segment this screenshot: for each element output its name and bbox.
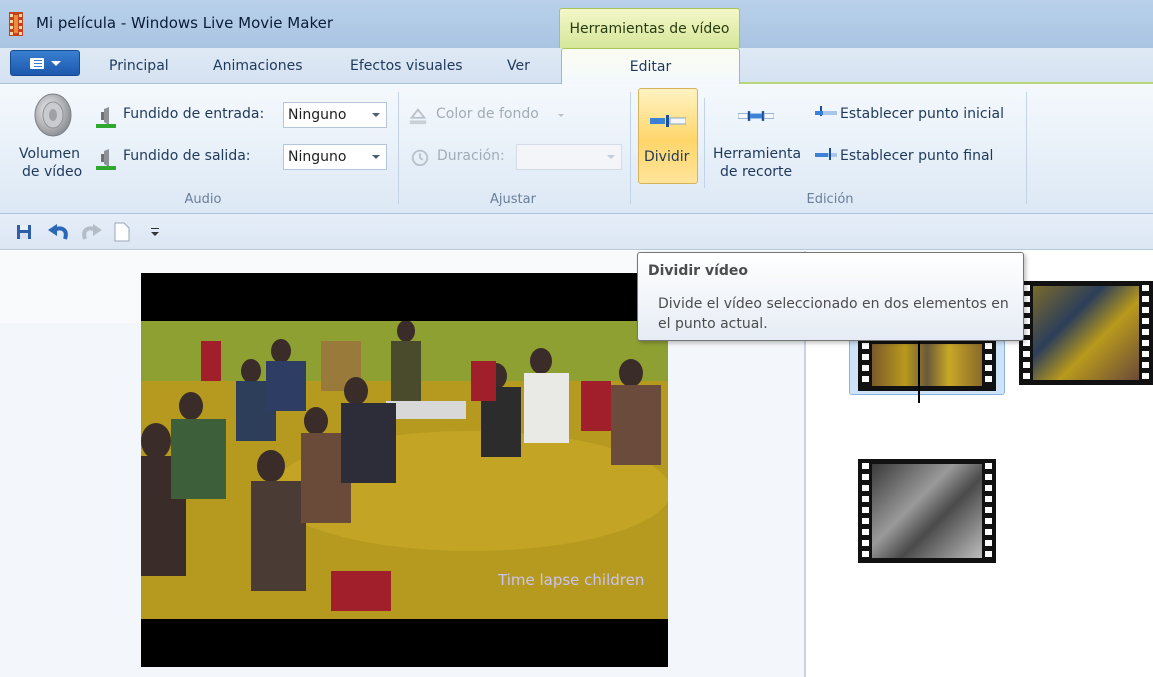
set-start-point-button[interactable]: Establecer punto inicial — [840, 106, 1004, 122]
tab-efectos-visuales[interactable]: Efectos visuales — [350, 58, 463, 74]
quick-access-toolbar — [0, 214, 1153, 250]
chevron-down-icon — [51, 61, 61, 66]
fade-out-icon — [96, 149, 116, 170]
fade-in-icon — [96, 107, 116, 128]
clip-thumbnail — [872, 464, 982, 558]
window-title: Mi película - Windows Live Movie Maker — [36, 14, 333, 32]
group-separator — [630, 92, 631, 204]
tooltip-split-video: Dividir vídeo Divide el vídeo selecciona… — [637, 252, 1024, 341]
fade-out-value: Ninguno — [288, 149, 347, 165]
background-color-icon — [409, 108, 427, 125]
tab-ver[interactable]: Ver — [507, 58, 530, 74]
fade-in-label: Fundido de entrada: — [123, 106, 265, 122]
movie-maker-app-icon[interactable] — [9, 12, 23, 36]
tooltip-title: Dividir vídeo — [648, 263, 749, 279]
split-icon — [650, 115, 686, 127]
ribbon-tab-row: Principal Animaciones Efectos visuales V… — [0, 48, 1153, 85]
speaker-icon[interactable] — [28, 92, 74, 138]
background-color-button[interactable]: Color de fondo — [436, 106, 539, 122]
set-end-point-button[interactable]: Establecer punto final — [840, 148, 993, 164]
redo-icon[interactable] — [80, 222, 102, 242]
duration-input[interactable] — [516, 144, 622, 170]
fade-in-select[interactable]: Ninguno — [283, 102, 387, 128]
storyboard-clip-1[interactable] — [858, 339, 996, 391]
fade-in-value: Ninguno — [288, 107, 347, 123]
chevron-down-icon — [607, 155, 615, 159]
clip-thumbnail — [1033, 286, 1139, 380]
group-label-audio: Audio — [184, 192, 222, 207]
tab-animaciones[interactable]: Animaciones — [213, 58, 303, 74]
save-icon[interactable] — [16, 224, 32, 240]
tooltip-body: Divide el vídeo seleccionado en dos elem… — [658, 296, 1009, 332]
contextual-tab-group-video-tools: Herramientas de vídeo — [559, 8, 740, 48]
new-project-icon[interactable] — [114, 222, 130, 242]
fade-out-select[interactable]: Ninguno — [283, 144, 387, 170]
customize-toolbar-icon[interactable] — [151, 228, 159, 229]
duration-label: Duración: — [437, 148, 505, 164]
storyboard-clip-2[interactable] — [1019, 281, 1153, 385]
application-menu-button[interactable] — [10, 50, 80, 76]
group-separator — [1026, 92, 1027, 204]
group-label-ajustar: Ajustar — [490, 192, 536, 207]
trim-tool-label-1[interactable]: Herramienta — [713, 146, 801, 162]
volume-button-label-2[interactable]: de vídeo — [22, 164, 82, 180]
title-bar: Mi película - Windows Live Movie Maker H… — [0, 0, 1153, 48]
video-caption-text: Time lapse children — [498, 571, 645, 589]
set-start-point-icon — [815, 106, 837, 116]
group-label-edicion: Edición — [806, 192, 854, 207]
set-end-point-icon — [815, 148, 837, 160]
duration-clock-icon — [411, 149, 429, 167]
group-separator — [398, 92, 399, 204]
undo-icon[interactable] — [48, 222, 70, 242]
volume-button-label-1[interactable]: Volumen — [19, 146, 80, 162]
split-button-label: Dividir — [644, 149, 690, 165]
menu-icon — [30, 58, 44, 69]
fade-out-label: Fundido de salida: — [123, 148, 251, 164]
tab-editar[interactable]: Editar — [561, 48, 740, 85]
playhead-marker[interactable] — [918, 331, 920, 403]
tab-principal[interactable]: Principal — [109, 58, 169, 74]
group-separator — [704, 98, 705, 188]
video-frame-image: Time lapse children — [141, 321, 668, 619]
trim-tool-icon[interactable] — [738, 110, 774, 122]
chevron-down-icon — [372, 155, 380, 159]
trim-tool-label-2[interactable]: de recorte — [720, 164, 792, 180]
clip-thumbnail — [872, 344, 982, 386]
split-button[interactable]: Dividir — [638, 88, 698, 184]
chevron-down-icon — [372, 113, 380, 117]
chevron-down-icon[interactable] — [151, 232, 159, 236]
ribbon-panel: Volumen de vídeo Fundido de entrada: Nin… — [0, 84, 1153, 214]
storyboard-clip-3[interactable] — [858, 459, 996, 563]
chevron-down-icon — [558, 114, 564, 117]
video-preview[interactable]: Time lapse children — [141, 273, 668, 667]
